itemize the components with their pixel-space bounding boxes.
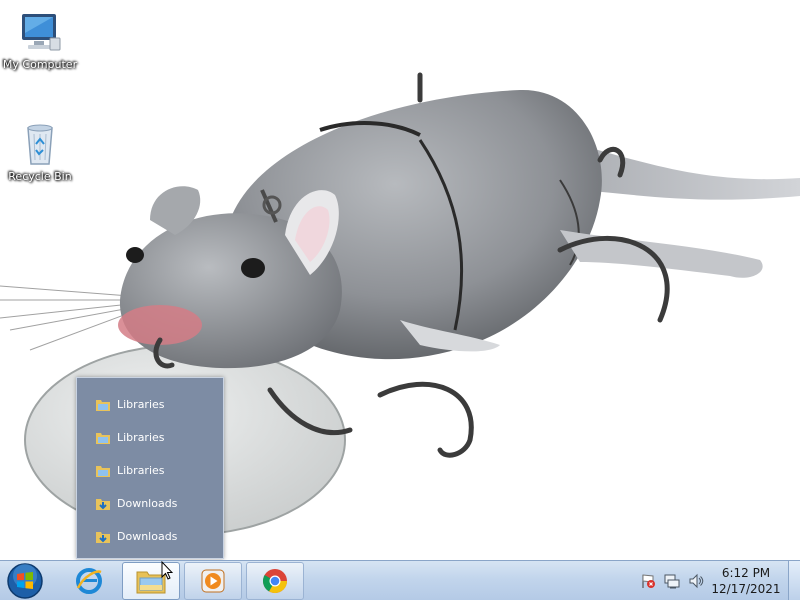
taskbar-button-internet-explorer[interactable] <box>60 562 118 600</box>
volume-icon[interactable] <box>688 573 704 589</box>
mouse-cursor-icon <box>161 561 173 580</box>
start-orb-icon[interactable] <box>6 562 44 600</box>
jump-list-item-libraries[interactable]: Libraries <box>77 421 223 454</box>
downloads-folder-icon <box>96 531 110 543</box>
network-icon[interactable] <box>664 573 680 589</box>
computer-icon <box>22 14 61 51</box>
show-desktop-button[interactable] <box>788 561 800 600</box>
desktop-icon-label: Recycle Bin <box>8 170 72 183</box>
libraries-folder-icon <box>96 465 110 477</box>
jump-list-item-label: Downloads <box>117 497 178 510</box>
desktop-icon-my-computer[interactable]: My Computer <box>0 8 80 71</box>
taskbar-button-google-chrome[interactable] <box>246 562 304 600</box>
downloads-folder-icon <box>96 498 110 510</box>
jump-list-item-label: Libraries <box>117 464 165 477</box>
system-tray: 6:12 PM 12/17/2021 <box>630 561 800 600</box>
taskbar: 6:12 PM 12/17/2021 <box>0 560 800 600</box>
clock-date: 12/17/2021 <box>711 582 781 596</box>
desktop-icon-label: My Computer <box>2 58 78 71</box>
internet-explorer-icon <box>76 568 102 594</box>
jump-list-item-downloads[interactable]: Downloads <box>77 487 223 520</box>
jump-list-item-label: Libraries <box>117 431 165 444</box>
chrome-icon <box>262 569 287 594</box>
jump-list-item-label: Downloads <box>117 530 178 543</box>
desktop: My Computer Recycle Bin Libraries Librar… <box>0 0 800 560</box>
action-center-flag-icon[interactable] <box>640 573 656 589</box>
taskbar-button-windows-media-player[interactable] <box>184 562 242 600</box>
jump-list-item-label: Libraries <box>117 398 165 411</box>
clock-time: 6:12 PM <box>721 566 771 580</box>
clock[interactable]: 6:12 PM 12/17/2021 <box>710 565 782 597</box>
taskbar-jump-list: Libraries Libraries Libraries Downloads <box>76 377 224 559</box>
jump-list-item-libraries[interactable]: Libraries <box>77 388 223 421</box>
jump-list-item-libraries[interactable]: Libraries <box>77 454 223 487</box>
recycle-bin-icon <box>27 124 53 165</box>
media-player-icon <box>201 569 225 593</box>
libraries-folder-icon <box>96 432 110 444</box>
libraries-folder-icon <box>96 399 110 411</box>
desktop-icon-recycle-bin[interactable]: Recycle Bin <box>0 120 80 183</box>
jump-list-item-downloads[interactable]: Downloads <box>77 520 223 553</box>
